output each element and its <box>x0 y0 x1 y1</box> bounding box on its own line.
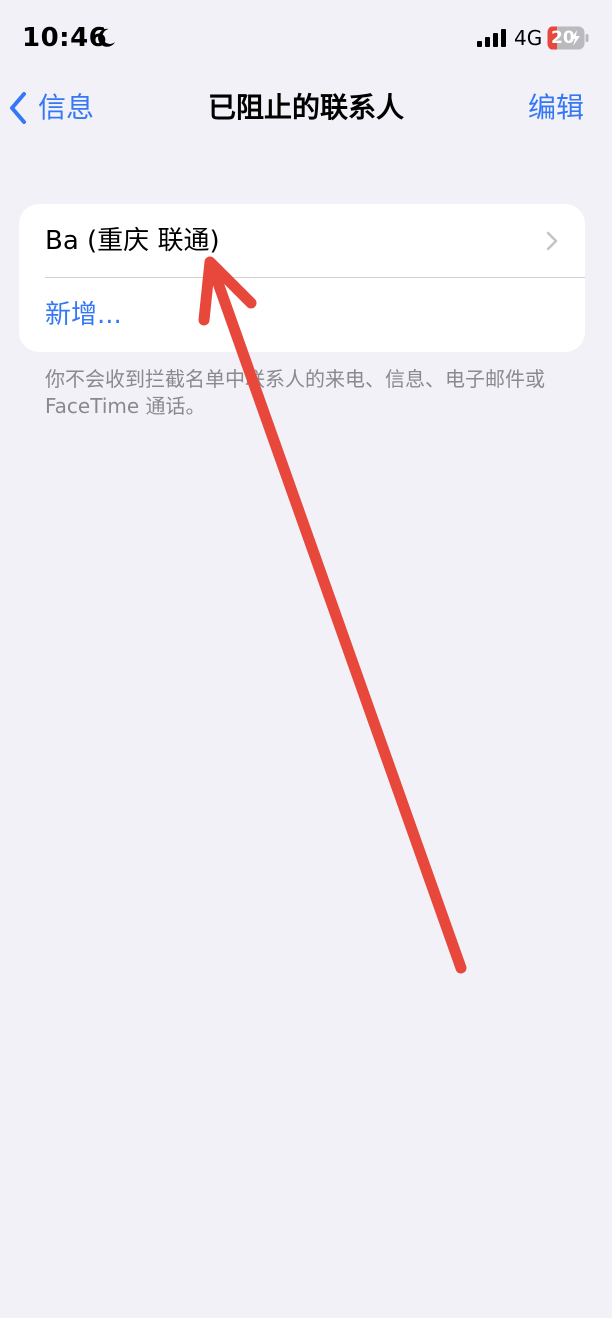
add-new-button[interactable]: 新增... <box>19 278 585 352</box>
chevron-right-icon <box>546 231 558 251</box>
moon-icon <box>98 28 115 47</box>
battery-level: 20 <box>551 28 575 48</box>
annotation-arrow-icon <box>198 256 467 974</box>
edit-button[interactable]: 编辑 <box>528 86 584 130</box>
cellular-signal-icon <box>477 29 506 47</box>
chevron-left-icon <box>10 92 26 124</box>
blocked-contact-row[interactable]: Ba (重庆 联通) <box>19 204 585 278</box>
blocked-contacts-list: Ba (重庆 联通) 新增... <box>19 204 585 352</box>
back-button[interactable]: 信息 <box>6 86 94 130</box>
status-bar: 10:46 4G 20 <box>0 0 612 76</box>
blocked-contact-name: Ba (重庆 联通) <box>45 226 220 256</box>
blocked-list-footer-note: 你不会收到拦截名单中联系人的来电、信息、电子邮件或 FaceTime 通话。 <box>45 367 545 418</box>
add-new-label: 新增... <box>45 300 122 330</box>
back-button-label: 信息 <box>38 91 95 124</box>
network-type: 4G <box>514 26 543 50</box>
